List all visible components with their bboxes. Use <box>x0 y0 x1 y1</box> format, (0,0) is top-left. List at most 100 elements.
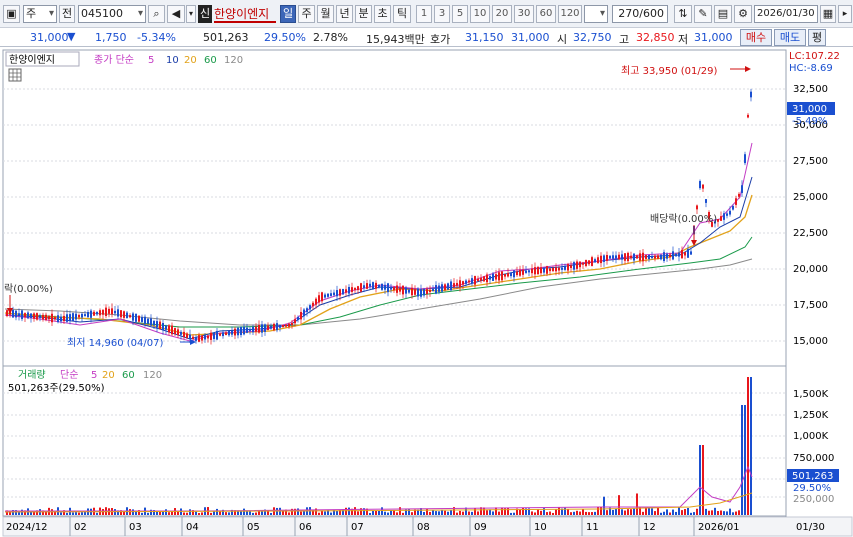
count-input[interactable]: 270/600 <box>612 5 668 23</box>
interval-1[interactable]: 1 <box>416 5 432 23</box>
volume-bar <box>402 512 404 515</box>
candle-body <box>18 313 20 316</box>
layout-icon[interactable]: ▣ <box>3 5 20 23</box>
left-dividend-annotation: 락(0.00%) <box>4 283 53 295</box>
tab-second[interactable]: 초 <box>374 5 391 23</box>
candle-body <box>501 271 503 281</box>
interval-60[interactable]: 60 <box>536 5 556 23</box>
candle-body <box>630 255 632 259</box>
candle-body <box>342 289 344 295</box>
volume-bar <box>429 511 431 515</box>
sell-button[interactable]: 매도 <box>774 29 806 46</box>
stock-code-input[interactable]: 045100 ▾ <box>78 5 146 23</box>
legend-ma10: 10 <box>166 55 179 66</box>
chevron-down-icon: ▾ <box>48 8 54 19</box>
buy-button[interactable]: 매수 <box>740 29 772 46</box>
volume-bar <box>486 510 488 515</box>
candle-body <box>348 286 350 294</box>
tab-weekly[interactable]: 주 <box>298 5 315 23</box>
volume-bar <box>540 510 542 515</box>
candle-body <box>414 289 416 295</box>
interval-custom-input[interactable]: ▾ <box>584 5 608 23</box>
volume-bar <box>81 512 83 515</box>
evaluation-button[interactable]: 평 <box>808 29 826 46</box>
legend-stock-name: 한양이엔지 <box>9 54 55 66</box>
save-icon[interactable]: ▤ <box>714 5 732 23</box>
candle-body <box>645 255 647 259</box>
candle-body <box>465 280 467 284</box>
volume-bar <box>735 511 737 515</box>
turnover-pct: 2.78% <box>313 31 348 44</box>
candle-body <box>555 267 557 272</box>
interval-5[interactable]: 5 <box>452 5 468 23</box>
volume-bar <box>555 509 557 515</box>
volume-bar <box>348 507 350 515</box>
tab-yearly[interactable]: 년 <box>336 5 353 23</box>
volume-bar <box>546 512 548 515</box>
volume-bar <box>651 508 653 515</box>
speaker-icon[interactable]: ◀︎ <box>167 5 185 23</box>
tab-daily[interactable]: 일 <box>280 5 296 23</box>
x-tick: 09 <box>474 522 487 533</box>
candle-body <box>594 259 596 263</box>
stock-name[interactable]: 한양이엔지 <box>214 5 276 23</box>
candle-body <box>225 332 227 335</box>
volume-bar <box>471 511 473 515</box>
candle-body <box>513 270 515 278</box>
volume-bar <box>585 511 587 515</box>
market-button[interactable]: 전 <box>59 5 75 23</box>
candle-body <box>375 282 377 289</box>
volume-bar <box>189 509 191 515</box>
calendar-icon[interactable]: ▦ <box>820 5 836 23</box>
volume-bar <box>660 512 662 515</box>
candle-body <box>90 310 92 318</box>
volume-bar <box>537 509 539 515</box>
chart-settings-icon[interactable]: ⇅ <box>674 5 692 23</box>
chart-type-select[interactable]: 주 ▾ <box>23 5 57 23</box>
volume-bar <box>387 512 389 515</box>
volume-bar <box>198 512 200 515</box>
tab-monthly[interactable]: 월 <box>317 5 334 23</box>
candle-body <box>48 316 50 320</box>
date-input[interactable]: 2026/01/30 <box>754 5 818 23</box>
volume-bar <box>450 510 452 515</box>
volume-bar <box>654 511 656 515</box>
interval-120[interactable]: 120 <box>558 5 582 23</box>
candle-body <box>507 273 509 277</box>
candle-body <box>285 324 287 327</box>
chevron-down-icon[interactable]: ▾ <box>186 5 196 23</box>
interval-3[interactable]: 3 <box>434 5 450 23</box>
candle-body <box>474 276 476 285</box>
stock-chart[interactable]: 한양이엔지 종가 단순 5 10 20 60 120 LC:107.22 HC:… <box>0 47 853 537</box>
low-annotation: 최저 14,960 (04/07) <box>67 337 163 349</box>
volume-pct-tag: 29.50% <box>793 483 831 494</box>
tab-tick[interactable]: 틱 <box>393 5 411 23</box>
candle-body <box>720 216 722 221</box>
gear-icon[interactable]: ⚙ <box>734 5 752 23</box>
candle-body <box>204 335 206 340</box>
interval-30[interactable]: 30 <box>514 5 534 23</box>
candle-body <box>441 284 443 292</box>
volume-bar <box>369 512 371 515</box>
candle-body <box>210 332 212 340</box>
candle-body <box>117 309 119 317</box>
candle-body <box>537 266 539 275</box>
volume-bar <box>687 507 689 515</box>
candle-body <box>321 292 323 302</box>
candle-body <box>141 317 143 322</box>
legend-ma60: 60 <box>204 55 217 66</box>
grid-toggle-icon[interactable] <box>8 68 22 82</box>
volume-bar <box>498 511 500 515</box>
candle-body <box>603 255 605 262</box>
candle-body <box>717 219 719 222</box>
volume-panel <box>2 365 787 517</box>
draw-tool-icon[interactable]: ✎ <box>694 5 712 23</box>
tab-minute[interactable]: 분 <box>355 5 372 23</box>
interval-20[interactable]: 20 <box>492 5 512 23</box>
more-icon[interactable]: ▸ <box>838 5 852 23</box>
candle-body <box>741 185 743 193</box>
candle-body <box>471 278 473 284</box>
search-icon[interactable]: ⌕ <box>148 5 165 23</box>
interval-10[interactable]: 10 <box>470 5 490 23</box>
candle-body <box>189 334 191 339</box>
